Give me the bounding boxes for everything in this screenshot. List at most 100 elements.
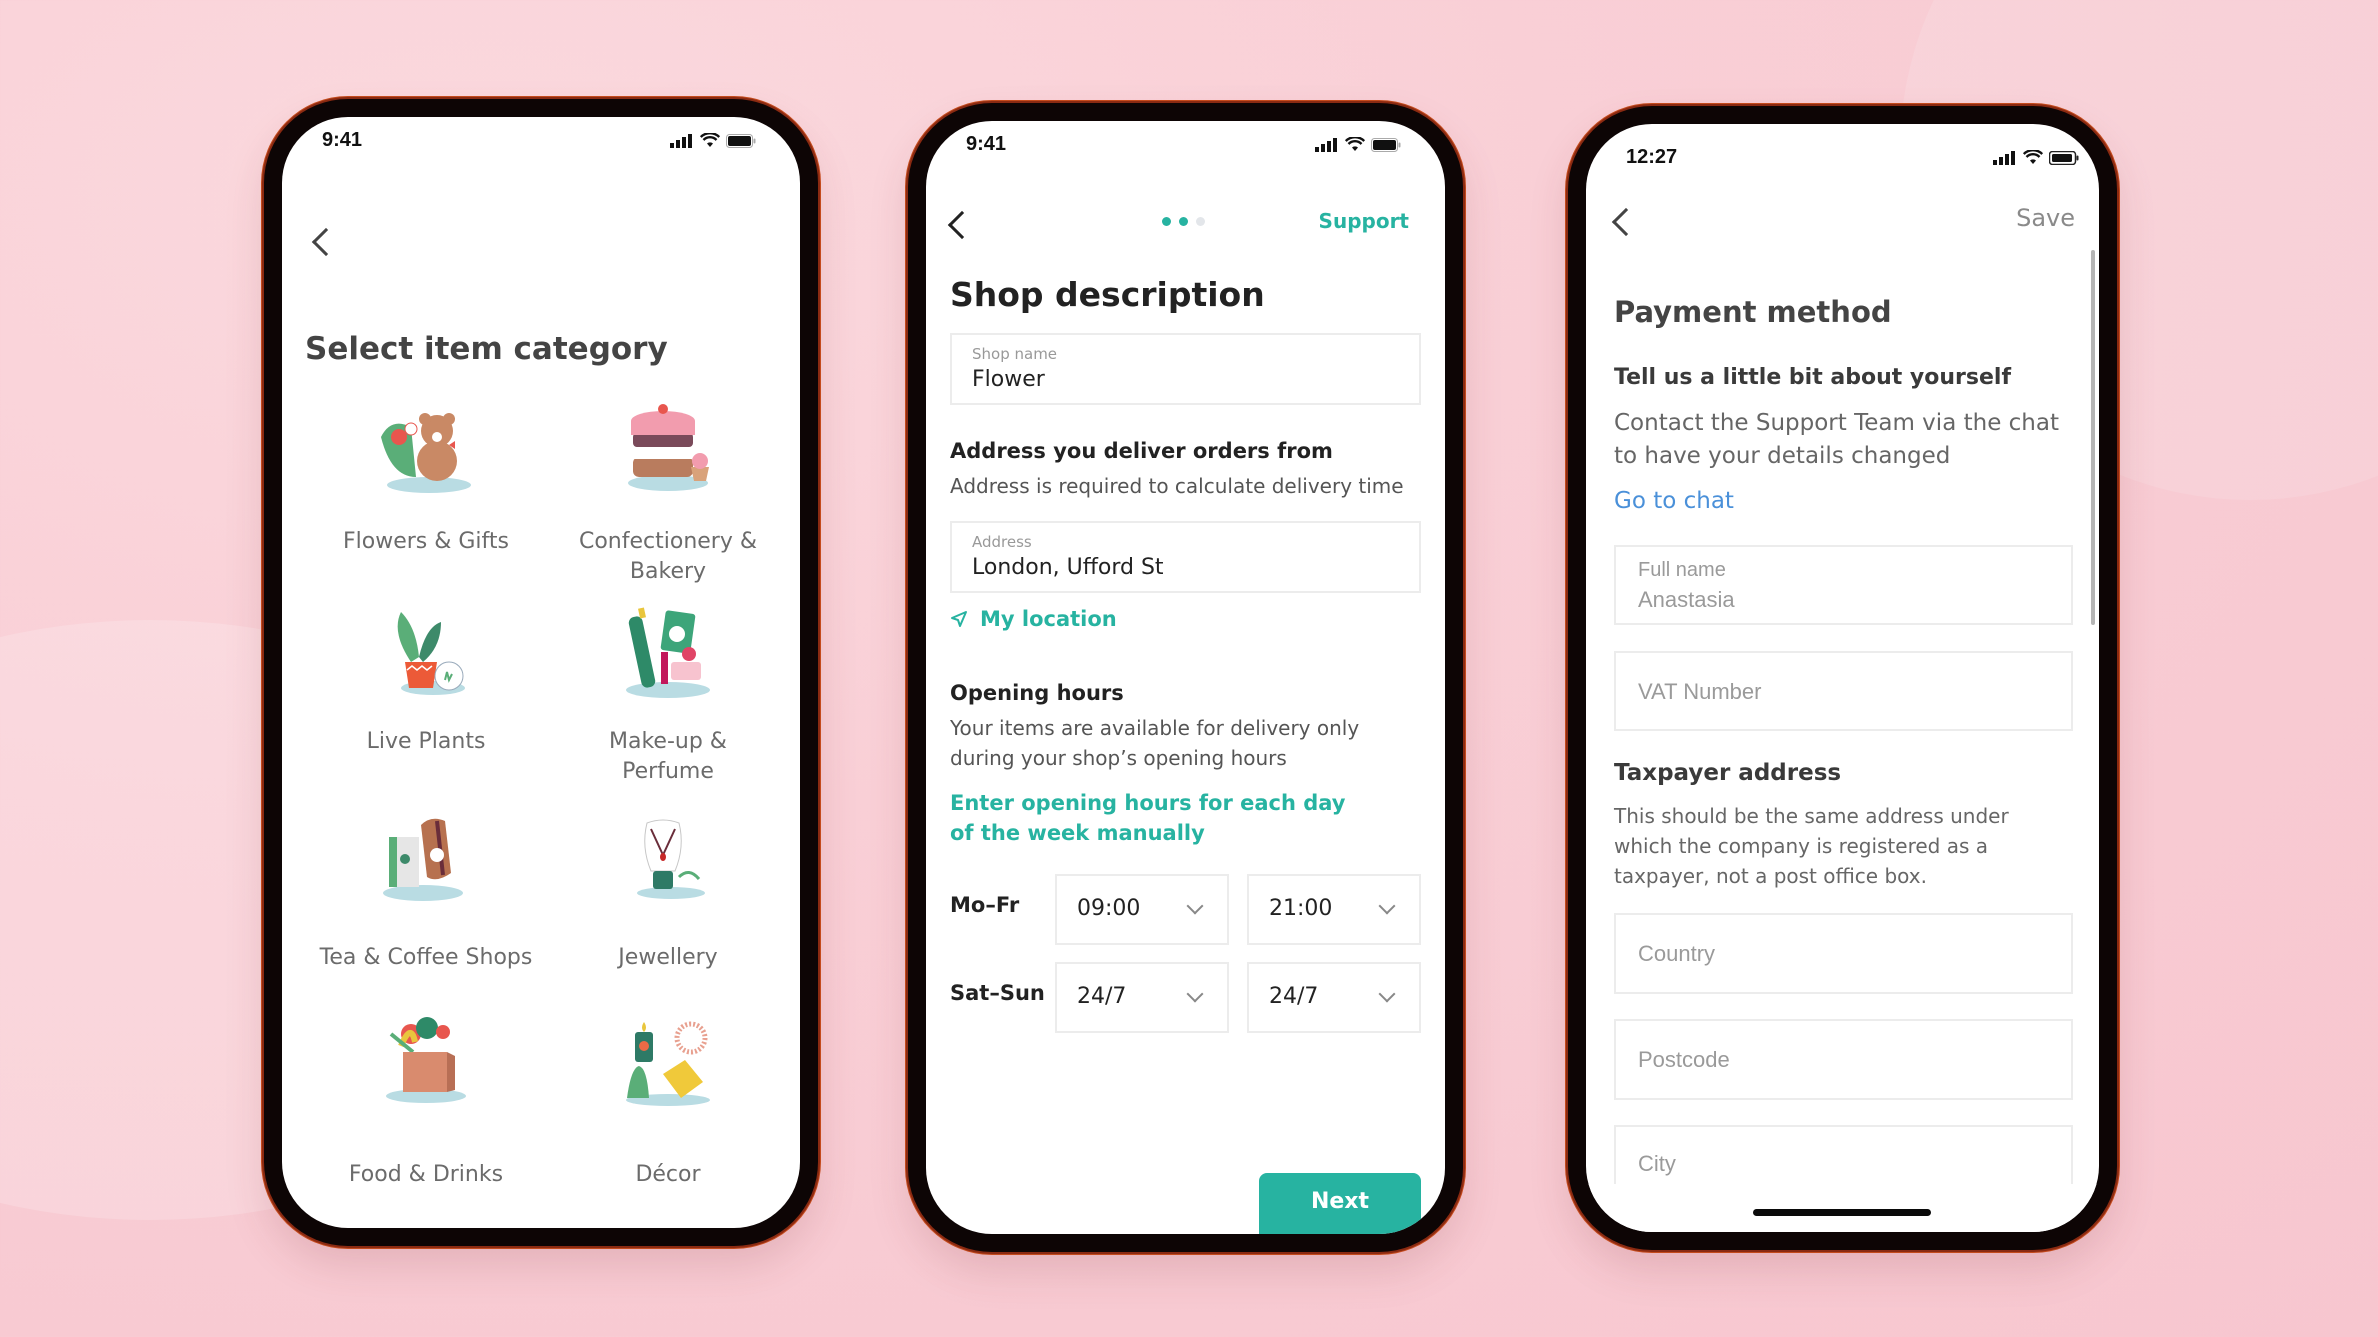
progress-dot-active	[1162, 217, 1171, 226]
location-arrow-icon	[951, 611, 967, 627]
chevron-left-icon	[947, 210, 977, 240]
progress-dots	[1162, 217, 1205, 226]
status-icons	[1315, 137, 1401, 152]
decor-items-icon	[626, 1021, 710, 1106]
taxpayer-note-line: taxpayer, not a post office box.	[1614, 864, 1927, 888]
bottom-fade	[1586, 1184, 2099, 1232]
taxpayer-note-line: This should be the same address under	[1614, 804, 2009, 828]
chevron-down-icon	[1378, 985, 1396, 1003]
back-button[interactable]	[1604, 202, 1644, 242]
taxpayer-note-line: which the company is registered as a	[1614, 834, 1989, 858]
category-label: Confectionery & Bakery	[578, 529, 758, 584]
category-item[interactable]: Food & Drinks	[306, 1012, 546, 1187]
vat-number-placeholder: VAT Number	[1638, 679, 1762, 704]
address-value: London, Ufford St	[972, 555, 1164, 580]
city-placeholder: City	[1638, 1151, 1676, 1176]
screen: 9:41 Support Shop description Shop name …	[926, 121, 1445, 1234]
category-item[interactable]: Flowers & Gifts	[306, 397, 546, 567]
go-to-chat-link[interactable]: Go to chat	[1614, 488, 1734, 514]
my-location-button[interactable]: My location	[950, 607, 1117, 631]
wifi-icon	[2023, 150, 2043, 164]
country-placeholder: Country	[1638, 941, 1716, 966]
screen: 12:27 Save Payment method Tell us a litt…	[1586, 124, 2099, 1232]
chevron-down-icon	[1378, 897, 1396, 915]
chevron-down-icon	[1186, 897, 1204, 915]
phone-payment-method: 12:27 Save Payment method Tell us a litt…	[1568, 106, 2117, 1250]
address-label: Address	[972, 533, 1032, 551]
category-label: Décor	[635, 1162, 701, 1187]
section-subtitle: Tell us a little bit about yourself	[1614, 365, 2012, 390]
city-field[interactable]: City	[1614, 1125, 2073, 1185]
screen: 9:41 Select item category Flowers & Gift…	[282, 117, 800, 1228]
full-name-field[interactable]: Full name Anastasia	[1614, 545, 2073, 625]
shop-name-label: Shop name	[972, 345, 1058, 363]
progress-dot-inactive	[1196, 217, 1205, 226]
battery-icon	[1371, 137, 1401, 152]
postcode-field[interactable]: Postcode	[1614, 1019, 2073, 1100]
my-location-label: My location	[980, 607, 1117, 631]
select-value: 24/7	[1077, 984, 1127, 1009]
taxpayer-note: This should be the same address under wh…	[1614, 801, 2009, 891]
home-indicator[interactable]	[1753, 1209, 1931, 1216]
category-item[interactable]: Live Plants	[306, 602, 546, 772]
category-item[interactable]: Make-up & Perfume	[548, 602, 788, 784]
weekday-close-select[interactable]: 21:00	[1247, 874, 1421, 945]
progress-dot-active	[1179, 217, 1188, 226]
weekday-open-select[interactable]: 09:00	[1055, 874, 1229, 945]
category-label: Make-up & Perfume	[609, 729, 727, 784]
opening-hours-heading: Opening hours	[950, 681, 1124, 705]
country-field[interactable]: Country	[1614, 913, 2073, 994]
scrollbar[interactable]	[2091, 250, 2095, 625]
support-link[interactable]: Support	[1319, 209, 1409, 233]
save-button[interactable]: Save	[2016, 204, 2075, 232]
category-label: Live Plants	[366, 729, 486, 754]
category-label: Food & Drinks	[348, 1162, 504, 1187]
wifi-icon	[1345, 137, 1365, 151]
category-item[interactable]: Jewellery	[548, 807, 788, 977]
address-field[interactable]: Address London, Ufford St	[950, 521, 1421, 593]
opening-hours-body-line: during your shop’s opening hours	[950, 746, 1287, 770]
manual-hours-link[interactable]: Enter opening hours for each day of the …	[950, 788, 1345, 848]
page-title: Shop description	[950, 275, 1265, 314]
chevron-down-icon	[1186, 985, 1204, 1003]
opening-hours-body-line: Your items are available for delivery on…	[950, 716, 1360, 740]
weekend-open-select[interactable]: 24/7	[1055, 962, 1229, 1033]
signal-icon	[1315, 137, 1337, 152]
category-item[interactable]: Décor	[548, 1012, 788, 1187]
vat-number-field[interactable]: VAT Number	[1614, 651, 2073, 731]
phone-category-select: 9:41 Select item category Flowers & Gift…	[264, 99, 818, 1246]
full-name-label: Full name	[1638, 559, 1726, 581]
day-label-weekend: Sat–Sun	[950, 981, 1045, 1005]
support-note-line: to have your details changed	[1614, 443, 1951, 469]
select-value: 21:00	[1269, 896, 1333, 921]
category-item[interactable]: Tea & Coffee Shops	[306, 807, 546, 977]
grocery-box-icon	[386, 1017, 466, 1103]
next-button[interactable]: Next	[1259, 1173, 1421, 1234]
manual-hours-link-line: of the week manually	[950, 821, 1205, 845]
address-heading: Address you deliver orders from	[950, 439, 1333, 463]
tea-coffee-bags-icon	[383, 818, 463, 901]
support-note: Contact the Support Team via the chat to…	[1614, 407, 2059, 473]
weekend-close-select[interactable]: 24/7	[1247, 962, 1421, 1033]
opening-hours-body: Your items are available for delivery on…	[950, 713, 1359, 773]
status-icons	[1993, 150, 2079, 165]
back-button[interactable]	[940, 205, 980, 245]
category-item[interactable]: Confectionery & Bakery	[548, 397, 788, 584]
select-value: 09:00	[1077, 896, 1141, 921]
shop-name-field[interactable]: Shop name Flower	[950, 333, 1421, 405]
address-subtitle: Address is required to calculate deliver…	[950, 474, 1404, 498]
category-grid: Flowers & Gifts Confectionery & Bakery L…	[282, 117, 800, 1228]
cosmetics-icon	[626, 607, 710, 698]
category-label: Flowers & Gifts	[342, 529, 509, 554]
page-title: Payment method	[1614, 295, 1892, 329]
phone-shop-description: 9:41 Support Shop description Shop name …	[908, 103, 1463, 1252]
signal-icon	[1993, 150, 2015, 165]
taxpayer-heading: Taxpayer address	[1614, 760, 1842, 786]
necklace-bust-icon	[637, 819, 705, 899]
status-time: 12:27	[1626, 146, 1678, 168]
category-label: Tea & Coffee Shops	[319, 945, 533, 970]
support-note-line: Contact the Support Team via the chat	[1614, 410, 2059, 436]
postcode-placeholder: Postcode	[1638, 1047, 1730, 1072]
battery-icon	[2049, 150, 2079, 165]
potted-plant-icon	[397, 612, 465, 695]
